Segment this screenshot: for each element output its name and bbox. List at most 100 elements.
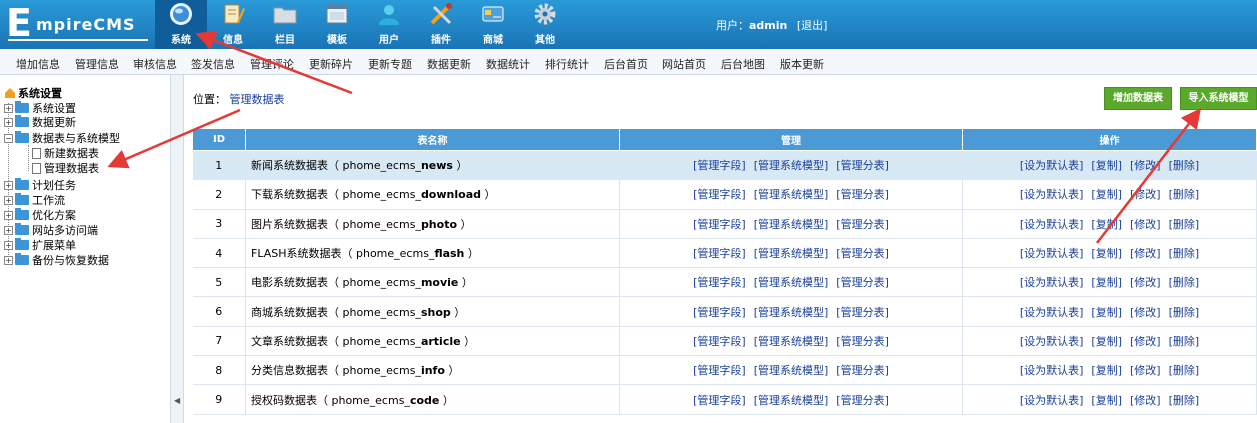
manage-link[interactable]: [管理字段] bbox=[693, 306, 746, 319]
manage-link[interactable]: [管理分表] bbox=[836, 218, 889, 231]
tree-item-optimize[interactable]: + 优化方案 bbox=[4, 208, 76, 222]
tree-item-multi-access[interactable]: + 网站多访问端 bbox=[4, 223, 98, 237]
op-link[interactable]: [删除] bbox=[1169, 335, 1200, 348]
manage-link[interactable]: [管理字段] bbox=[693, 364, 746, 377]
manage-link[interactable]: [管理系统模型] bbox=[754, 159, 829, 172]
expand-icon[interactable]: + bbox=[4, 117, 13, 127]
op-link[interactable]: [修改] bbox=[1130, 276, 1161, 289]
op-link[interactable]: [设为默认表] bbox=[1020, 218, 1084, 231]
subnav-manage-comments[interactable]: 管理评论 bbox=[250, 56, 294, 72]
subnav-admin-map[interactable]: 后台地图 bbox=[721, 56, 765, 72]
op-link[interactable]: [删除] bbox=[1169, 394, 1200, 407]
manage-link[interactable]: [管理系统模型] bbox=[754, 364, 829, 377]
tree-item-data-update[interactable]: + 数据更新 bbox=[4, 115, 76, 129]
subnav-add-info[interactable]: 增加信息 bbox=[16, 56, 60, 72]
manage-link[interactable]: [管理系统模型] bbox=[754, 276, 829, 289]
manage-link[interactable]: [管理系统模型] bbox=[754, 306, 829, 319]
nav-other[interactable]: 其他 bbox=[519, 0, 571, 49]
logout-link[interactable]: [退出] bbox=[797, 19, 828, 32]
tree-item-datatable-model[interactable]: − 数据表与系统模型 bbox=[4, 131, 120, 145]
manage-link[interactable]: [管理分表] bbox=[836, 159, 889, 172]
op-link[interactable]: [删除] bbox=[1169, 188, 1200, 201]
tree-item-new-table[interactable]: 新建数据表 bbox=[32, 146, 99, 160]
manage-link[interactable]: [管理字段] bbox=[693, 394, 746, 407]
op-link[interactable]: [删除] bbox=[1169, 306, 1200, 319]
op-link[interactable]: [修改] bbox=[1130, 247, 1161, 260]
op-link[interactable]: [删除] bbox=[1169, 159, 1200, 172]
manage-link[interactable]: [管理字段] bbox=[693, 188, 746, 201]
nav-column[interactable]: 栏目 bbox=[259, 0, 311, 49]
manage-link[interactable]: [管理分表] bbox=[836, 276, 889, 289]
op-link[interactable]: [设为默认表] bbox=[1020, 188, 1084, 201]
empirecms-logo[interactable]: E mpireCMS bbox=[0, 0, 155, 49]
op-link[interactable]: [复制] bbox=[1091, 247, 1122, 260]
expand-icon[interactable]: + bbox=[4, 240, 13, 250]
op-link[interactable]: [设为默认表] bbox=[1020, 159, 1084, 172]
sidebar-collapse-bar[interactable]: ◀ bbox=[170, 75, 184, 423]
manage-link[interactable]: [管理系统模型] bbox=[754, 247, 829, 260]
op-link[interactable]: [复制] bbox=[1091, 364, 1122, 377]
import-model-button[interactable]: 导入系统模型 bbox=[1180, 87, 1257, 110]
subnav-update-topics[interactable]: 更新专题 bbox=[368, 56, 412, 72]
op-link[interactable]: [复制] bbox=[1091, 394, 1122, 407]
op-link[interactable]: [修改] bbox=[1130, 335, 1161, 348]
manage-link[interactable]: [管理字段] bbox=[693, 159, 746, 172]
expand-icon[interactable]: + bbox=[4, 255, 13, 265]
nav-shop[interactable]: 商城 bbox=[467, 0, 519, 49]
manage-link[interactable]: [管理系统模型] bbox=[754, 394, 829, 407]
manage-link[interactable]: [管理分表] bbox=[836, 394, 889, 407]
nav-user[interactable]: 用户 bbox=[363, 0, 415, 49]
op-link[interactable]: [修改] bbox=[1130, 218, 1161, 231]
op-link[interactable]: [删除] bbox=[1169, 364, 1200, 377]
op-link[interactable]: [复制] bbox=[1091, 306, 1122, 319]
expand-icon[interactable]: + bbox=[4, 103, 13, 113]
expand-icon[interactable]: + bbox=[4, 225, 13, 235]
manage-link[interactable]: [管理系统模型] bbox=[754, 218, 829, 231]
subnav-update-fragments[interactable]: 更新碎片 bbox=[309, 56, 353, 72]
manage-link[interactable]: [管理系统模型] bbox=[754, 335, 829, 348]
expand-icon[interactable]: + bbox=[4, 195, 13, 205]
manage-link[interactable]: [管理字段] bbox=[693, 335, 746, 348]
subnav-data-stats[interactable]: 数据统计 bbox=[486, 56, 530, 72]
op-link[interactable]: [设为默认表] bbox=[1020, 394, 1084, 407]
manage-link[interactable]: [管理分表] bbox=[836, 306, 889, 319]
manage-link[interactable]: [管理分表] bbox=[836, 188, 889, 201]
manage-link[interactable]: [管理系统模型] bbox=[754, 188, 829, 201]
subnav-data-update[interactable]: 数据更新 bbox=[427, 56, 471, 72]
expand-icon[interactable]: + bbox=[4, 210, 13, 220]
tree-item-extend-menu[interactable]: + 扩展菜单 bbox=[4, 238, 76, 252]
nav-system[interactable]: 系统 bbox=[155, 0, 207, 49]
op-link[interactable]: [设为默认表] bbox=[1020, 364, 1084, 377]
subnav-manage-info[interactable]: 管理信息 bbox=[75, 56, 119, 72]
op-link[interactable]: [设为默认表] bbox=[1020, 335, 1084, 348]
op-link[interactable]: [修改] bbox=[1130, 159, 1161, 172]
nav-plugin[interactable]: 插件 bbox=[415, 0, 467, 49]
subnav-admin-home[interactable]: 后台首页 bbox=[604, 56, 648, 72]
op-link[interactable]: [修改] bbox=[1130, 394, 1161, 407]
subnav-sign-info[interactable]: 签发信息 bbox=[191, 56, 235, 72]
tree-item-workflow[interactable]: + 工作流 bbox=[4, 193, 65, 207]
expand-icon[interactable]: + bbox=[4, 180, 13, 190]
subnav-site-home[interactable]: 网站首页 bbox=[662, 56, 706, 72]
tree-item-scheduled-tasks[interactable]: + 计划任务 bbox=[4, 178, 76, 192]
op-link[interactable]: [删除] bbox=[1169, 247, 1200, 260]
subnav-rank-stats[interactable]: 排行统计 bbox=[545, 56, 589, 72]
manage-link[interactable]: [管理字段] bbox=[693, 247, 746, 260]
manage-link[interactable]: [管理分表] bbox=[836, 247, 889, 260]
op-link[interactable]: [删除] bbox=[1169, 276, 1200, 289]
manage-link[interactable]: [管理分表] bbox=[836, 364, 889, 377]
breadcrumb-link[interactable]: 管理数据表 bbox=[230, 93, 285, 106]
op-link[interactable]: [删除] bbox=[1169, 218, 1200, 231]
tree-item-manage-table[interactable]: 管理数据表 bbox=[32, 161, 99, 175]
tree-item-backup[interactable]: + 备份与恢复数据 bbox=[4, 253, 109, 267]
op-link[interactable]: [复制] bbox=[1091, 159, 1122, 172]
op-link[interactable]: [修改] bbox=[1130, 306, 1161, 319]
op-link[interactable]: [设为默认表] bbox=[1020, 306, 1084, 319]
tree-item-system-settings[interactable]: + 系统设置 bbox=[4, 101, 76, 115]
nav-info[interactable]: 信息 bbox=[207, 0, 259, 49]
manage-link[interactable]: [管理字段] bbox=[693, 218, 746, 231]
op-link[interactable]: [复制] bbox=[1091, 276, 1122, 289]
op-link[interactable]: [设为默认表] bbox=[1020, 276, 1084, 289]
collapse-icon[interactable]: − bbox=[4, 133, 13, 143]
op-link[interactable]: [修改] bbox=[1130, 364, 1161, 377]
